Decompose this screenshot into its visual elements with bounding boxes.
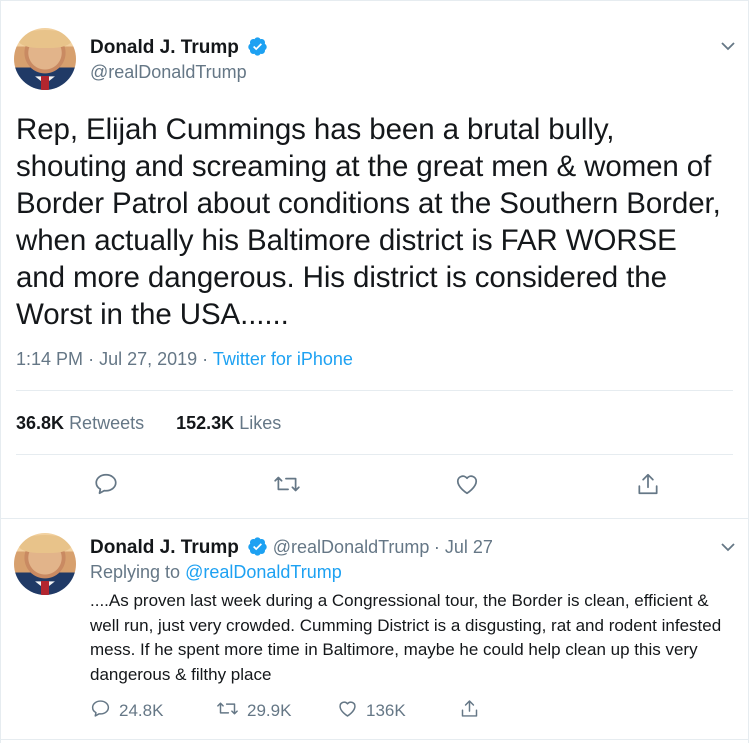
- author-name[interactable]: Donald J. Trump: [90, 37, 239, 58]
- like-icon[interactable]: [454, 471, 480, 502]
- likes-count: 152.3K: [176, 413, 235, 433]
- like-count: 136K: [366, 701, 406, 720]
- author-name-row[interactable]: Donald J. Trump: [90, 36, 268, 62]
- author-avatar[interactable]: [14, 28, 76, 90]
- reply-author-name[interactable]: Donald J. Trump: [90, 537, 239, 558]
- reply-header: Donald J. Trump @realDonaldTrump · Jul 2…: [90, 536, 493, 562]
- divider: [16, 390, 733, 391]
- retweet-icon[interactable]: [273, 471, 301, 502]
- reply-action[interactable]: 24.8K: [90, 698, 163, 724]
- replying-to-handle[interactable]: @realDonaldTrump: [185, 562, 342, 582]
- tweet-meta: 1:14 PM · Jul 27, 2019 · Twitter for iPh…: [16, 349, 353, 370]
- share-icon[interactable]: [459, 698, 480, 719]
- timeline: Donald J. Trump @realDonaldTrump Rep, El…: [0, 0, 749, 743]
- verified-icon: [247, 36, 268, 62]
- reply-tweet-actions: 24.8K 29.9K 136K: [90, 698, 730, 720]
- verified-icon: [247, 536, 268, 562]
- divider: [1, 739, 748, 740]
- likes-label: Likes: [239, 413, 282, 433]
- reply-icon[interactable]: [93, 471, 119, 502]
- like-action[interactable]: 136K: [337, 698, 406, 724]
- tweet-time[interactable]: 1:14 PM: [16, 349, 83, 369]
- replying-prefix: Replying to: [90, 562, 181, 582]
- author-handle[interactable]: @realDonaldTrump: [90, 62, 247, 83]
- retweets-label: Retweets: [69, 413, 145, 433]
- divider: [16, 454, 733, 455]
- reply-tweet-text: ....As proven last week during a Congres…: [90, 591, 722, 684]
- meta-separator: ·: [88, 349, 100, 369]
- tweet-source[interactable]: Twitter for iPhone: [213, 349, 353, 369]
- like-icon: [337, 698, 358, 724]
- caret-down-icon[interactable]: [720, 38, 736, 59]
- meta-separator: ·: [202, 349, 213, 369]
- reply-count: 24.8K: [119, 701, 164, 720]
- tweet-stats: 36.8K Retweets 152.3K Likes: [16, 413, 281, 434]
- retweet-action[interactable]: 29.9K: [216, 698, 291, 724]
- reply-icon: [90, 698, 111, 724]
- meta-separator: ·: [433, 537, 445, 558]
- retweets-stat[interactable]: 36.8K Retweets: [16, 413, 144, 433]
- retweet-icon: [216, 698, 239, 724]
- reply-date[interactable]: Jul 27: [445, 537, 493, 557]
- divider: [1, 518, 748, 519]
- reply-author-handle[interactable]: @realDonaldTrump: [273, 537, 430, 557]
- replying-to: Replying to @realDonaldTrump: [90, 562, 342, 583]
- caret-down-icon[interactable]: [720, 539, 736, 560]
- retweet-count: 29.9K: [247, 701, 292, 720]
- likes-stat[interactable]: 152.3K Likes: [176, 413, 281, 433]
- share-icon[interactable]: [635, 471, 661, 502]
- retweets-count: 36.8K: [16, 413, 65, 433]
- tweet-date[interactable]: Jul 27, 2019: [99, 349, 197, 369]
- reply-author-avatar[interactable]: [14, 533, 76, 595]
- tweet-text: Rep, Elijah Cummings has been a brutal b…: [16, 113, 721, 331]
